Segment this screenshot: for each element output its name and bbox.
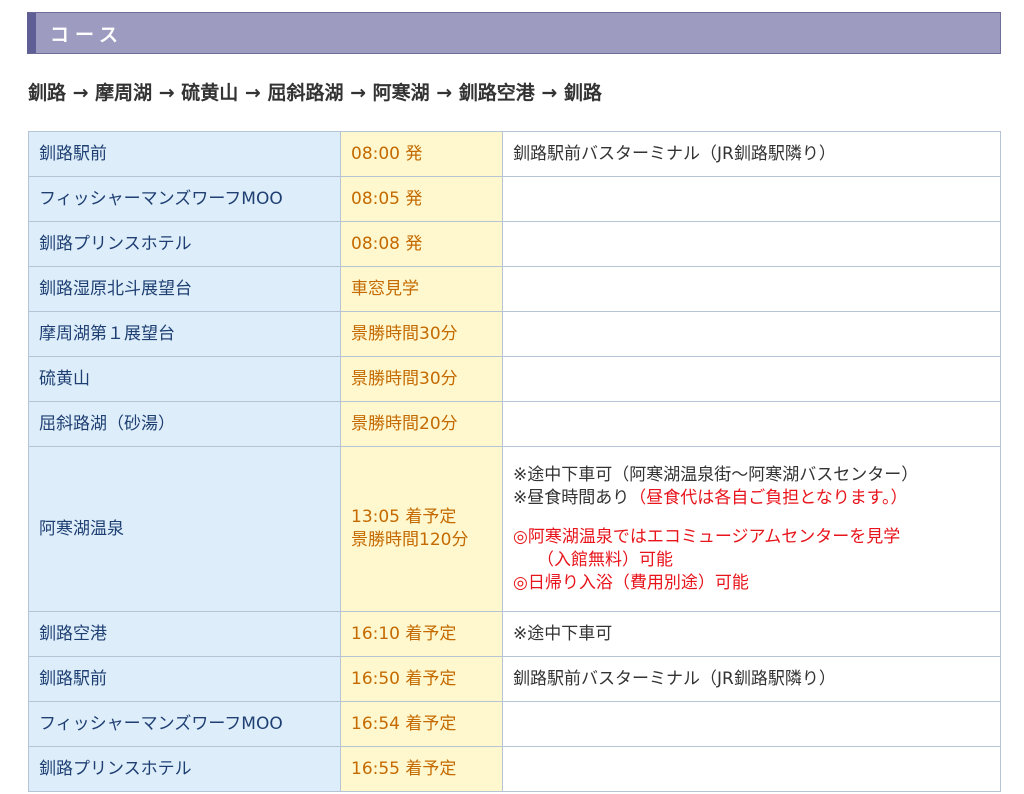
stop-time: 16:55 着予定 — [340, 746, 503, 792]
stop-name: 釧路空港 — [28, 611, 341, 657]
stop-note — [502, 401, 1001, 447]
note-lunch-text: ※昼食時間あり — [513, 487, 630, 508]
stop-name: フィッシャーマンズワーフMOO — [28, 176, 341, 222]
note-lunch-warning: （昼食代は各自ご負担となります。） — [629, 487, 908, 508]
stop-note — [502, 266, 1001, 312]
table-row: 釧路駅前 08:00 発 釧路駅前バスターミナル（JR釧路駅隣り） — [28, 131, 1001, 177]
stop-note: 釧路駅前バスターミナル（JR釧路駅隣り） — [502, 656, 1001, 702]
stop-name: 阿寒湖温泉 — [28, 446, 341, 612]
stop-time: 景勝時間20分 — [340, 401, 503, 447]
table-row: 摩周湖第１展望台 景勝時間30分 — [28, 311, 1001, 357]
stop-name: 釧路プリンスホテル — [28, 221, 341, 267]
course-table: 釧路駅前 08:00 発 釧路駅前バスターミナル（JR釧路駅隣り） フィッシャー… — [28, 131, 1001, 792]
stop-time: 景勝時間30分 — [340, 356, 503, 402]
note-day-bath: ◎日帰り入浴（費用別途）可能 — [513, 572, 749, 593]
stop-time: 13:05 着予定 景勝時間120分 — [340, 446, 503, 612]
stop-note: 釧路駅前バスターミナル（JR釧路駅隣り） — [502, 131, 1001, 177]
table-row: フィッシャーマンズワーフMOO 08:05 発 — [28, 176, 1001, 222]
stop-note — [502, 221, 1001, 267]
stop-note: ※途中下車可（阿寒湖温泉街〜阿寒湖バスセンター） ※昼食時間あり（昼食代は各自ご… — [502, 446, 1001, 612]
stop-time: 16:10 着予定 — [340, 611, 503, 657]
note-lunch: ※昼食時間あり（昼食代は各自ご負担となります。） — [513, 487, 1000, 510]
section-header: コース — [27, 12, 1001, 54]
section-title: コース — [50, 23, 125, 46]
stop-name: 釧路駅前 — [28, 656, 341, 702]
stop-note — [502, 356, 1001, 402]
table-row: 阿寒湖温泉 13:05 着予定 景勝時間120分 ※途中下車可（阿寒湖温泉街〜阿… — [28, 446, 1001, 612]
route-summary: 釧路 → 摩周湖 → 硫黄山 → 屈斜路湖 → 阿寒湖 → 釧路空港 → 釧路 — [28, 82, 602, 104]
stop-name: 釧路プリンスホテル — [28, 746, 341, 792]
sightseeing-time: 景勝時間120分 — [351, 530, 469, 550]
table-row: フィッシャーマンズワーフMOO 16:54 着予定 — [28, 701, 1001, 747]
stop-note: ※途中下車可 — [502, 611, 1001, 657]
table-row: 屈斜路湖（砂湯） 景勝時間20分 — [28, 401, 1001, 447]
stop-time: 車窓見学 — [340, 266, 503, 312]
table-row: 釧路駅前 16:50 着予定 釧路駅前バスターミナル（JR釧路駅隣り） — [28, 656, 1001, 702]
stop-name: 硫黄山 — [28, 356, 341, 402]
table-row: 釧路プリンスホテル 08:08 発 — [28, 221, 1001, 267]
table-row: 釧路湿原北斗展望台 車窓見学 — [28, 266, 1001, 312]
table-row: 硫黄山 景勝時間30分 — [28, 356, 1001, 402]
stop-note — [502, 701, 1001, 747]
stop-name: 摩周湖第１展望台 — [28, 311, 341, 357]
stop-time: 16:54 着予定 — [340, 701, 503, 747]
stop-time: 16:50 着予定 — [340, 656, 503, 702]
course-page: コース 釧路 → 摩周湖 → 硫黄山 → 屈斜路湖 → 阿寒湖 → 釧路空港 →… — [0, 0, 1024, 794]
stop-time: 08:08 発 — [340, 221, 503, 267]
table-row: 釧路空港 16:10 着予定 ※途中下車可 — [28, 611, 1001, 657]
note-eco-museum: ◎阿寒湖温泉ではエコミュージアムセンターを見学 — [513, 526, 901, 547]
stop-time: 景勝時間30分 — [340, 311, 503, 357]
note-stopover: ※途中下車可（阿寒湖温泉街〜阿寒湖バスセンター） — [513, 464, 919, 485]
stop-note — [502, 746, 1001, 792]
stop-name: 釧路駅前 — [28, 131, 341, 177]
stop-name: フィッシャーマンズワーフMOO — [28, 701, 341, 747]
note-free-entry: （入館無料）可能 — [537, 549, 673, 570]
stop-note — [502, 311, 1001, 357]
stop-time: 08:00 発 — [340, 131, 503, 177]
arrival-time: 13:05 着予定 — [351, 507, 457, 527]
table-row: 釧路プリンスホテル 16:55 着予定 — [28, 746, 1001, 792]
stop-name: 屈斜路湖（砂湯） — [28, 401, 341, 447]
stop-time: 08:05 発 — [340, 176, 503, 222]
stop-name: 釧路湿原北斗展望台 — [28, 266, 341, 312]
stop-note — [502, 176, 1001, 222]
